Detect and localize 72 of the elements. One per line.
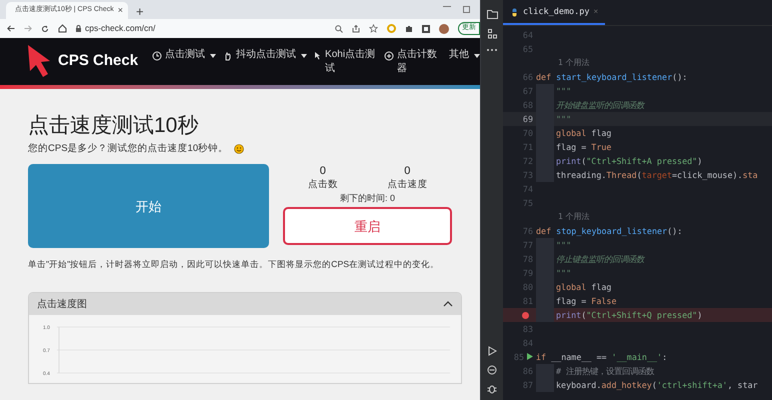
run-icon[interactable] <box>488 346 496 356</box>
chevron-up-icon[interactable] <box>443 301 453 308</box>
usage-hint[interactable]: 1 个用法 <box>558 211 590 223</box>
stat-value: 0 <box>404 164 410 178</box>
clock-icon <box>152 50 162 60</box>
stat-value: 0 <box>320 164 326 178</box>
code-line: global flag <box>556 126 612 140</box>
code-line: """ <box>556 112 572 126</box>
nav-link[interactable]: Kohi点击测试 <box>314 48 378 76</box>
nav-label: 抖动点击测试 <box>236 48 296 62</box>
code-line: """ <box>556 84 572 98</box>
code-line: def start_keyboard_listener(): <box>536 70 688 84</box>
instructions: 单击"开始"按钮后，计时器将立即启动，因此可以快速单击。下图将显示您的CPS在测试过程中的变化。 <box>28 258 440 270</box>
plus-circle-icon <box>384 50 394 60</box>
run-arrow-icon[interactable] <box>527 353 533 360</box>
nav-label: 点击测试 <box>165 48 206 62</box>
star-icon[interactable] <box>369 24 378 33</box>
code-line: flag = True <box>556 140 612 154</box>
structure-icon[interactable] <box>488 29 496 39</box>
nav-link[interactable]: 其他 <box>446 48 480 62</box>
stat-label: 点击数 <box>308 178 338 192</box>
site-logo-text: CPS Check <box>58 51 138 72</box>
lock-icon <box>76 25 81 32</box>
cursor-logo-icon <box>28 44 52 78</box>
nav-label: 其他 <box>449 48 470 62</box>
code-line: # 注册热键，设置回调函数 <box>556 364 654 378</box>
code-line: print("Ctrl+Shift+A pressed") <box>556 154 702 168</box>
file-name: click_demo.py <box>523 6 590 18</box>
hand-icon <box>223 50 234 60</box>
tab-close[interactable]: × <box>118 4 123 18</box>
code-line: def stop_keyboard_listener(): <box>536 224 682 238</box>
code-line: 停止键盘监听的回调函数 <box>556 252 644 266</box>
nav-label: 点击计数器 <box>397 48 438 76</box>
smiley-icon <box>234 144 244 154</box>
page-title: 点击速度测试10秒 <box>28 113 200 139</box>
cursor-icon <box>314 50 322 60</box>
new-tab-button[interactable]: + <box>136 5 144 18</box>
share-icon[interactable] <box>352 24 360 32</box>
code-line: """ <box>556 238 572 252</box>
code-line: 开始键盘监听的回调函数 <box>556 98 644 112</box>
folder-icon[interactable] <box>486 10 498 19</box>
code-line: threading.Thread(target=click_mouse).sta <box>556 168 758 182</box>
editor-tab[interactable]: click_demo.py × <box>503 1 606 25</box>
nav-link[interactable]: 点击测试 <box>152 48 216 62</box>
code-line: """ <box>556 266 572 280</box>
start-button[interactable]: 开始 <box>28 164 270 248</box>
reload-icon[interactable] <box>41 24 49 32</box>
debug-icon[interactable] <box>487 384 497 394</box>
code-line: if __name__ == '__main__': <box>536 350 668 364</box>
stat-label: 点击速度 <box>387 178 428 192</box>
code-line: flag = False <box>556 294 617 308</box>
avatar[interactable] <box>439 24 449 34</box>
time-left: 剩下的时间: 0 <box>340 192 396 204</box>
maximize-icon[interactable] <box>463 6 470 13</box>
home-icon[interactable] <box>58 24 67 33</box>
sidebar-icon[interactable] <box>422 24 430 32</box>
code-line: print("Ctrl+Shift+Q pressed") <box>556 308 702 322</box>
panel-header[interactable]: 点击速度图 <box>29 293 461 316</box>
nav-label: Kohi点击测试 <box>325 48 376 76</box>
subtitle: 您的CPS是多少？测试您的点击速度10秒钟。 <box>28 142 228 156</box>
panel-title: 点击速度图 <box>37 298 87 312</box>
address-field[interactable]: cps-check.com/cn/ <box>85 22 156 35</box>
zoom-icon[interactable] <box>335 24 343 32</box>
python-file-icon <box>510 8 519 16</box>
usage-hint[interactable]: 1 个用法 <box>558 57 590 69</box>
code-line: global flag <box>556 280 612 294</box>
nav-link[interactable]: 抖动点击测试 <box>223 48 308 62</box>
code-line: keyboard.add_hotkey('ctrl+shift+a', star <box>556 378 758 392</box>
nav-link[interactable]: 点击计数器 <box>384 48 440 76</box>
restart-button[interactable]: 重启 <box>283 207 452 246</box>
back-icon[interactable] <box>7 25 15 32</box>
line-number: 69 <box>522 112 533 126</box>
